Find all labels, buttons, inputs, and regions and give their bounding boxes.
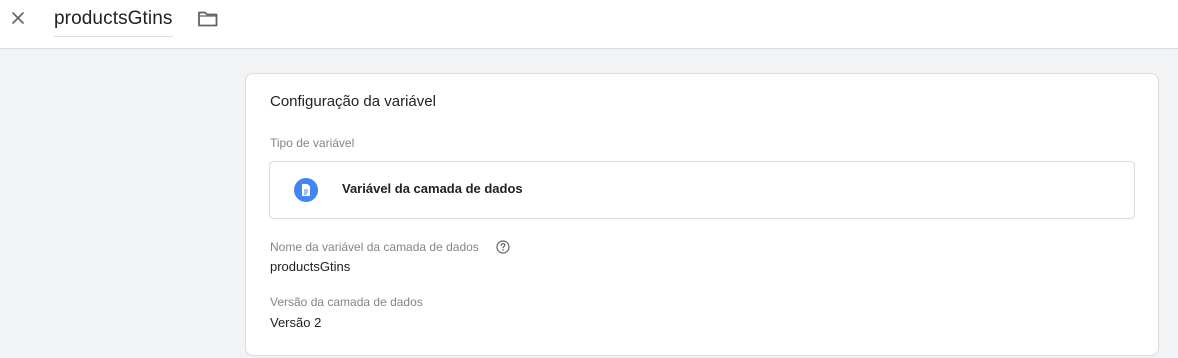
datalayer-variable-name-label: Nome da variável da camada de dados — [270, 240, 479, 254]
close-button[interactable] — [6, 6, 30, 30]
folder-icon — [198, 11, 218, 27]
title-field[interactable]: productsGtins — [54, 6, 173, 37]
top-bar: productsGtins — [0, 0, 1178, 49]
variable-configuration-card: Configuração da variável Tipo de variáve… — [245, 73, 1159, 356]
help-icon[interactable] — [495, 239, 511, 255]
card-title: Configuração da variável — [270, 93, 436, 110]
datalayer-version-label: Versão da camada de dados — [270, 295, 423, 309]
datalayer-variable-name-value: productsGtins — [270, 259, 351, 274]
document-icon — [294, 178, 318, 202]
datalayer-version-value: Versão 2 — [270, 315, 322, 330]
close-icon — [12, 12, 24, 24]
folder-button[interactable] — [196, 7, 220, 31]
page-title[interactable]: productsGtins — [54, 8, 173, 29]
variable-type-name: Variável da camada de dados — [342, 181, 523, 196]
variable-type-label: Tipo de variável — [270, 136, 355, 150]
variable-type-selector[interactable]: Variável da camada de dados — [269, 161, 1135, 219]
